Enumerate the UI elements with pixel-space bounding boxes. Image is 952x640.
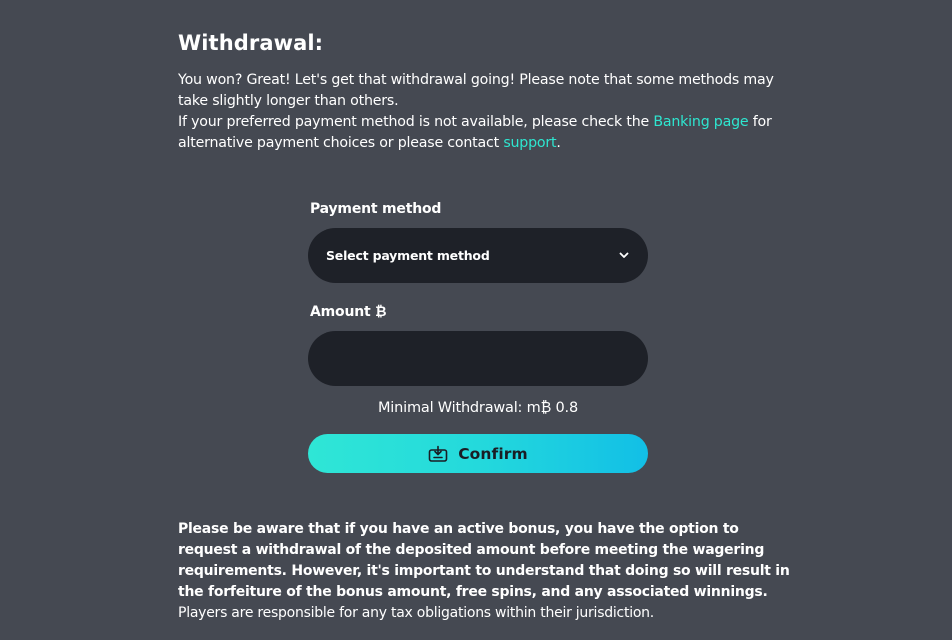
bonus-notice-text: Please be aware that if you have an acti… bbox=[178, 521, 790, 600]
amount-input[interactable] bbox=[308, 331, 648, 386]
support-link[interactable]: support bbox=[503, 135, 556, 151]
wallet-icon bbox=[428, 445, 448, 463]
confirm-button[interactable]: Confirm bbox=[308, 434, 648, 473]
intro-text-before: If your preferred payment method is not … bbox=[178, 114, 654, 130]
tax-notice-text: Players are responsible for any tax obli… bbox=[178, 605, 654, 621]
withdrawal-page: Withdrawal: You won? Great! Let's get th… bbox=[0, 0, 952, 640]
page-title: Withdrawal: bbox=[178, 31, 324, 55]
withdrawal-form: Payment method Select payment method Amo… bbox=[308, 198, 648, 473]
payment-method-select[interactable]: Select payment method bbox=[308, 228, 648, 283]
confirm-label: Confirm bbox=[458, 444, 528, 463]
payment-method-value: Select payment method bbox=[326, 248, 490, 263]
payment-method-label: Payment method bbox=[310, 201, 442, 217]
chevron-down-icon bbox=[618, 250, 630, 262]
bonus-notice: Please be aware that if you have an acti… bbox=[178, 519, 798, 624]
intro-text-after: . bbox=[556, 135, 561, 151]
intro-line-1: You won? Great! Let's get that withdrawa… bbox=[178, 72, 774, 109]
intro-text: You won? Great! Let's get that withdrawa… bbox=[178, 70, 788, 154]
min-withdrawal-text: Minimal Withdrawal: m₿ 0.8 bbox=[378, 400, 578, 416]
banking-page-link[interactable]: Banking page bbox=[653, 114, 748, 130]
amount-label: Amount ₿ bbox=[310, 304, 387, 320]
intro-line-2: If your preferred payment method is not … bbox=[178, 112, 788, 154]
